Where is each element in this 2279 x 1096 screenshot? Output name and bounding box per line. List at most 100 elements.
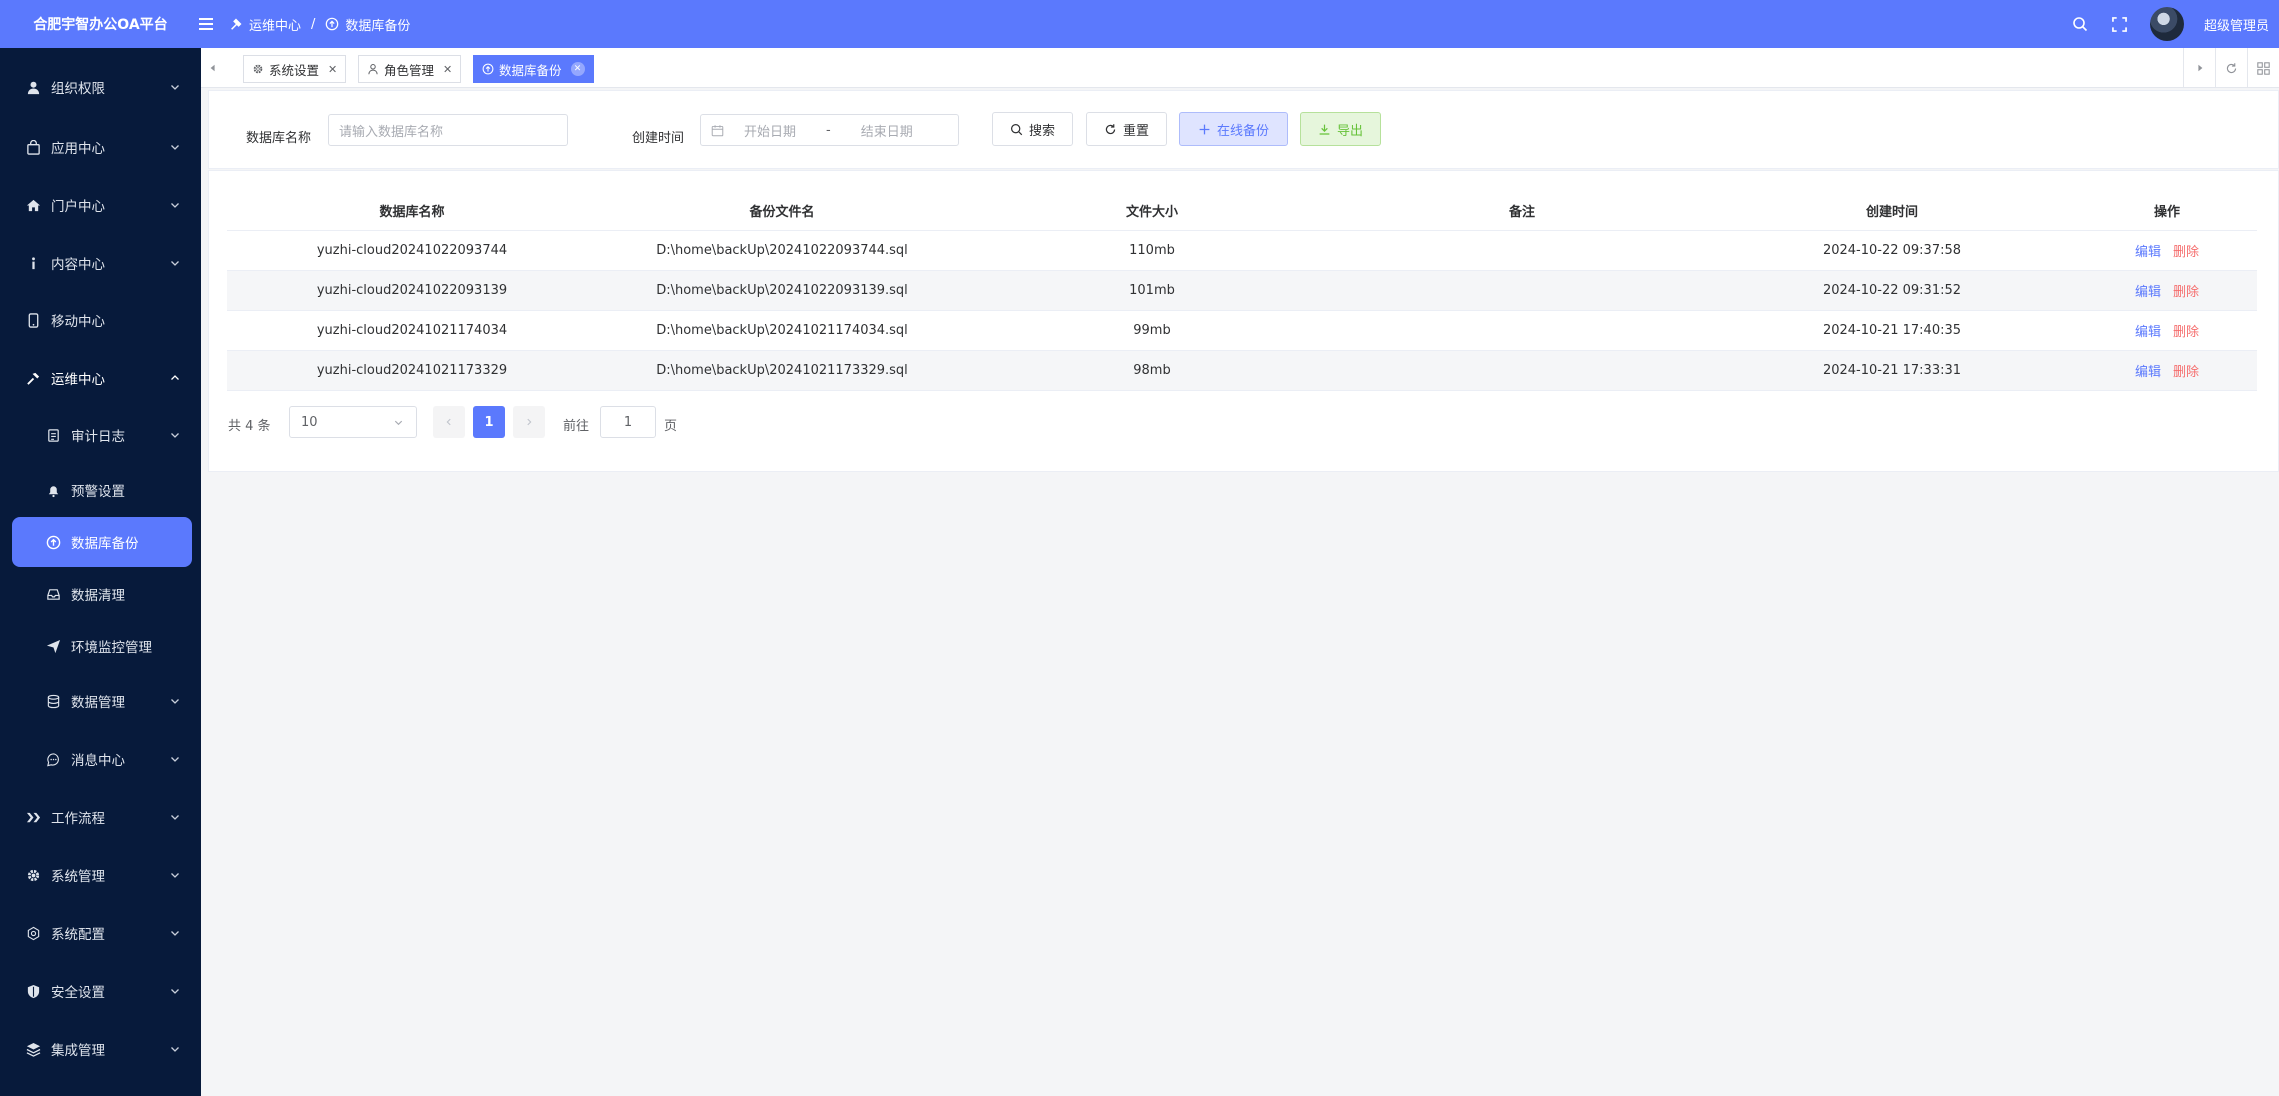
sidebar-item-label: 移动中心 [51,314,105,330]
start-date-input[interactable]: 开始日期 [744,121,796,140]
search-icon[interactable] [2070,14,2090,34]
edit-link[interactable]: 编辑 [2135,285,2161,300]
edit-link[interactable]: 编辑 [2135,245,2161,260]
edit-link[interactable]: 编辑 [2135,325,2161,340]
sidebar-item-alerts[interactable]: 预警设置 [0,466,201,514]
sidebar-item-data-manage[interactable]: 数据管理 [0,677,201,725]
created-time-cell: 2024-10-21 17:40:35 [1822,323,1962,338]
date-range-separator: - [826,122,831,138]
bell-icon [45,482,61,498]
sidebar-item-workflow[interactable]: 工作流程 [0,793,201,841]
chevron-down-icon [171,261,179,266]
tab-scroll-right-icon[interactable] [2183,48,2215,88]
db-name-cell: yuzhi-cloud20241022093139 [316,283,508,298]
app-title: 合肥宇智办公OA平台 [33,17,168,33]
breadcrumb-item-ops[interactable]: 运维中心 [249,15,301,34]
sidebar-item-label: 审计日志 [71,429,125,445]
refresh-icon [1105,123,1116,134]
sidebar-item-integration[interactable]: 集成管理 [0,1025,201,1073]
column-header: 文件大小 [1125,205,1178,220]
sidebar-item-message[interactable]: 消息中心 [0,735,201,783]
db-name-input[interactable]: 请输入数据库名称 [328,114,568,146]
online-backup-label: 在线备份 [1216,123,1269,139]
sidebar-item-label: 消息中心 [71,753,125,769]
column-header: 备份文件名 [749,205,815,220]
avatar[interactable] [2149,7,2184,41]
reset-button[interactable]: 重置 [1086,112,1167,146]
table-row: yuzhi-cloud20241022093139 D:\home\backUp… [227,271,2257,311]
chat-icon [45,751,61,767]
prev-page-button[interactable] [433,406,465,438]
file-size-cell: 99mb [1133,323,1171,338]
created-time-cell: 2024-10-21 17:33:31 [1822,363,1962,378]
file-size-cell: 98mb [1133,363,1171,378]
sidebar-item-label: 集成管理 [51,1043,105,1059]
db-name-label: 数据库名称 [246,131,312,146]
page-number-button[interactable]: 1 [473,406,505,438]
tab-system-settings[interactable]: 系统设置 ✕ [243,55,347,83]
sidebar-item-env-monitor[interactable]: 环境监控管理 [0,622,201,670]
db-name-cell: yuzhi-cloud20241021174034 [316,323,508,338]
sidebar-item-audit-log[interactable]: 审计日志 [0,411,201,459]
fullscreen-icon[interactable] [2110,14,2130,34]
close-icon[interactable]: ✕ [570,62,585,76]
search-icon [1011,123,1023,135]
chevron-down-icon [171,85,179,90]
file-name-cell: D:\home\backUp\20241022093139.sql [656,283,908,298]
export-button[interactable]: 导出 [1300,112,1381,146]
page-size-select[interactable]: 10 [289,406,417,438]
export-button-label: 导出 [1336,123,1363,139]
sidebar-item-ops[interactable]: 运维中心 [0,354,201,402]
sidebar-item-config[interactable]: 系统配置 [0,909,201,957]
chevron-down-icon [171,989,179,994]
tab-scroll-left-icon[interactable] [201,48,225,88]
next-page-button[interactable] [513,406,545,438]
sidebar-item-org[interactable]: 组织权限 [0,63,201,111]
table-row: yuzhi-cloud20241021174034 D:\home\backUp… [227,311,2257,351]
sidebar-item-apps[interactable]: 应用中心 [0,123,201,171]
search-button[interactable]: 搜索 [992,112,1073,146]
close-icon[interactable]: ✕ [328,63,337,76]
upload-circle-icon [482,63,494,75]
end-date-input[interactable]: 结束日期 [861,121,913,140]
drawer-icon [45,586,61,602]
sidebar-item-system[interactable]: 系统管理 [0,851,201,899]
sidebar-item-content[interactable]: 内容中心 [0,239,201,287]
sidebar-item-label: 应用中心 [51,141,105,157]
db-name-placeholder: 请输入数据库名称 [339,124,444,140]
delete-link[interactable]: 删除 [2173,285,2199,300]
sidebar-item-label: 系统配置 [51,927,105,943]
chevron-down-icon [171,931,179,936]
table-row: yuzhi-cloud20241022093744 D:\home\backUp… [227,231,2257,271]
sidebar-item-portal[interactable]: 门户中心 [0,181,201,229]
sidebar-item-db-backup[interactable]: 数据库备份 [12,517,192,567]
goto-suffix: 页 [664,419,678,434]
date-range-picker[interactable]: 开始日期 - 结束日期 [700,114,959,146]
username[interactable]: 超级管理员 [2204,15,2269,34]
close-icon[interactable]: ✕ [443,63,452,76]
sidebar: 组织权限 应用中心 门户中心 内容中心 移动中心 运维中心 审计日志 预警设置 … [0,48,201,1096]
tab-label: 数据库备份 [499,62,562,78]
tab-role-management[interactable]: 角色管理 ✕ [358,55,462,83]
sidebar-item-security[interactable]: 安全设置 [0,967,201,1015]
edit-link[interactable]: 编辑 [2135,365,2161,380]
sidebar-item-label: 门户中心 [51,199,105,215]
chevron-down-icon [171,1047,179,1052]
hammer-icon [25,370,41,386]
sidebar-item-mobile[interactable]: 移动中心 [0,296,201,344]
online-backup-button[interactable]: 在线备份 [1179,112,1288,146]
refresh-icon[interactable] [2215,48,2247,88]
file-name-cell: D:\home\backUp\20241021173329.sql [656,363,908,378]
db-name-cell: yuzhi-cloud20241022093744 [316,243,508,258]
created-time-label: 创建时间 [632,131,685,146]
delete-link[interactable]: 删除 [2173,365,2199,380]
goto-page-input[interactable]: 1 [600,406,656,438]
column-header: 数据库名称 [379,205,445,220]
tab-db-backup[interactable]: 数据库备份 ✕ [473,55,594,83]
chevron-right-icon [527,418,532,426]
grid-menu-icon[interactable] [2247,48,2279,88]
delete-link[interactable]: 删除 [2173,245,2199,260]
delete-link[interactable]: 删除 [2173,325,2199,340]
sidebar-item-data-cleanup[interactable]: 数据清理 [0,570,201,618]
menu-toggle-icon[interactable] [195,13,217,35]
